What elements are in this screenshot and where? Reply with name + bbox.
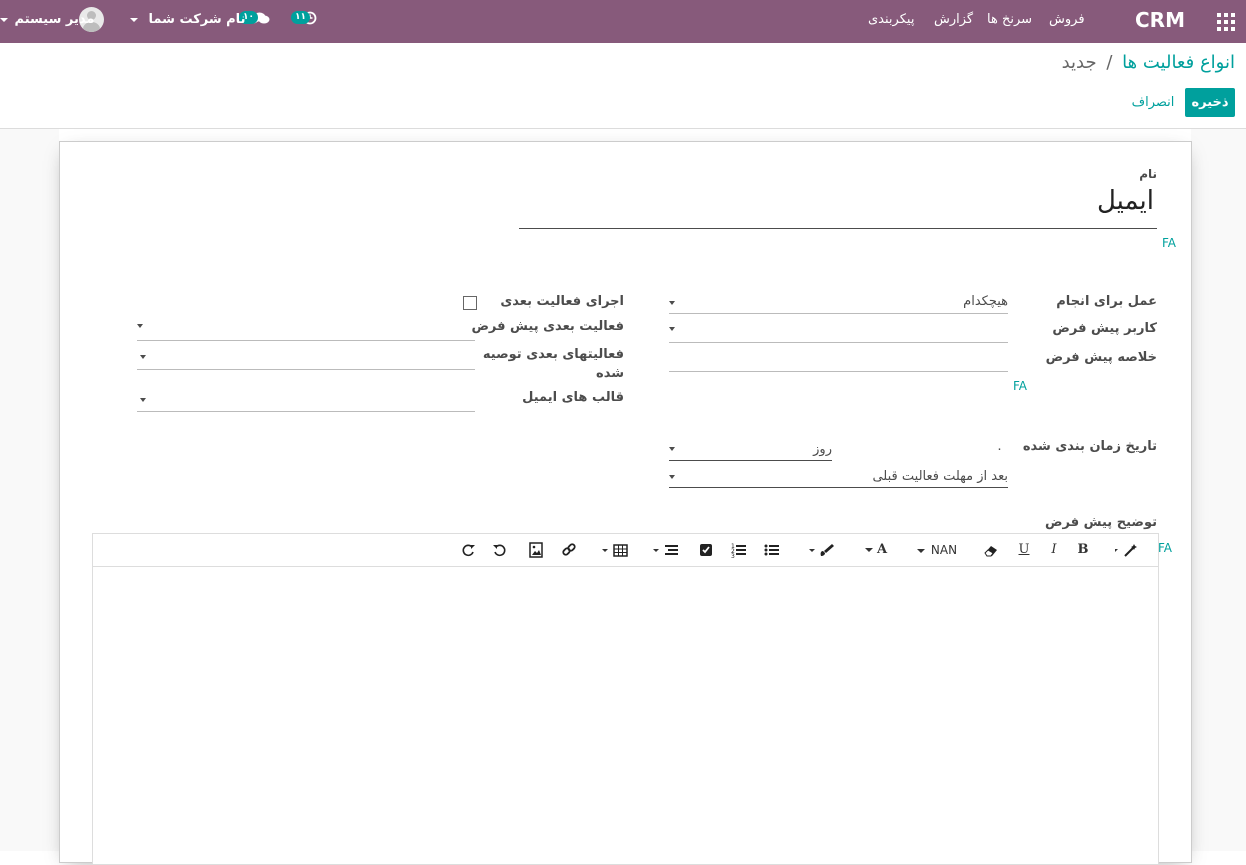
chevron-down-icon: [864, 547, 873, 552]
paragraph-align-icon[interactable]: [651, 542, 681, 558]
breadcrumb-parent[interactable]: انواع فعالیت ها: [1122, 52, 1235, 73]
name-label: نام: [1139, 167, 1157, 181]
chevron-down-icon: [130, 17, 138, 22]
email-templates-input[interactable]: [137, 411, 475, 412]
apps-menu-icon[interactable]: [1217, 12, 1235, 31]
action-dropdown-icon[interactable]: [669, 301, 675, 305]
summary-translate-button[interactable]: FA: [1013, 379, 1027, 393]
table-icon[interactable]: [600, 542, 630, 558]
name-underline: [519, 228, 1157, 229]
trigger-next-label: اجرای فعالیت بعدی: [500, 294, 624, 309]
redo-icon[interactable]: [460, 542, 476, 558]
breadcrumb-separator: /: [1106, 52, 1113, 73]
breadcrumb: انواع فعالیت ها / جدید: [1062, 52, 1235, 73]
default-next-label: فعالیت بعدی پیش فرض: [471, 319, 624, 334]
picture-icon[interactable]: [529, 542, 543, 558]
activities-badge: ۱۱: [291, 11, 310, 24]
editor-toolbar: B I U NAN A 123: [93, 534, 1158, 567]
recommended-next-label: فعالیتهای بعدی توصیه: [482, 347, 624, 362]
default-summary-input[interactable]: [669, 371, 1008, 372]
font-size-value: NAN: [930, 543, 958, 557]
company-switcher[interactable]: نام شرکت شما: [130, 0, 245, 43]
save-button[interactable]: ذخیره: [1185, 88, 1235, 117]
unordered-list-icon[interactable]: [764, 542, 780, 558]
menu-reporting[interactable]: گزارش: [934, 0, 973, 43]
underline-icon[interactable]: U: [1016, 542, 1032, 558]
font-color-icon[interactable]: A: [861, 542, 891, 558]
description-label: توضیح پیش فرض: [1045, 515, 1157, 530]
sheet-background-left: [0, 129, 59, 851]
menu-leads[interactable]: سرنخ ها: [987, 0, 1032, 43]
user-menu[interactable]: مدیر سیستم: [0, 0, 94, 43]
default-next-input[interactable]: [137, 340, 475, 341]
recommended-next-label-line2: شده: [596, 366, 624, 381]
schedule-unit-dropdown-icon[interactable]: [669, 447, 675, 451]
email-templates-dropdown-icon[interactable]: [140, 398, 146, 402]
name-translate-button[interactable]: FA: [1162, 236, 1176, 250]
chevron-down-icon: [916, 548, 925, 553]
html-editor: B I U NAN A 123: [92, 533, 1159, 865]
magic-wand-icon[interactable]: [1113, 542, 1143, 558]
default-user-input[interactable]: [669, 342, 1008, 343]
schedule-delay-input[interactable]: ۰: [996, 442, 1003, 457]
schedule-from-underline: [669, 487, 1008, 488]
default-next-dropdown-icon[interactable]: [137, 324, 143, 328]
recommended-next-input[interactable]: [137, 369, 475, 370]
bold-icon[interactable]: B: [1075, 542, 1091, 558]
italic-icon[interactable]: I: [1046, 542, 1062, 558]
action-underline: [669, 313, 1008, 314]
schedule-label: تاریخ زمان بندی شده: [1022, 439, 1157, 454]
paint-brush-icon[interactable]: [807, 542, 837, 558]
schedule-from-select[interactable]: بعد از مهلت فعالیت قبلی: [872, 469, 1008, 484]
recommended-next-dropdown-icon[interactable]: [140, 355, 146, 359]
email-templates-label: قالب های ایمیل: [522, 390, 624, 405]
top-navbar: CRM فروش سرنخ ها گزارش پیکربندی ۱۱ ۱۰ نا…: [0, 0, 1246, 43]
app-brand[interactable]: CRM: [1120, 0, 1200, 43]
name-input[interactable]: ایمیل: [1097, 186, 1154, 216]
font-size-select[interactable]: NAN: [915, 542, 959, 558]
control-panel-divider: [0, 128, 1246, 129]
svg-text:3: 3: [731, 553, 735, 558]
user-name: مدیر سیستم: [14, 12, 95, 27]
editor-content-area[interactable]: [93, 567, 1158, 864]
company-name: نام شرکت شما: [148, 12, 246, 27]
undo-icon[interactable]: [492, 542, 508, 558]
description-translate-button[interactable]: FA: [1158, 541, 1172, 555]
eraser-icon[interactable]: [983, 542, 999, 558]
schedule-unit-underline: [669, 460, 832, 461]
ordered-list-icon[interactable]: 123: [731, 542, 747, 558]
default-user-dropdown-icon[interactable]: [669, 327, 675, 331]
menu-configuration[interactable]: پیکربندی: [868, 0, 914, 43]
action-label: عمل برای انجام: [1056, 294, 1157, 309]
checklist-icon[interactable]: [699, 542, 713, 558]
sheet-background-right: [1191, 129, 1246, 851]
action-select[interactable]: هیچکدام: [963, 294, 1008, 309]
link-icon[interactable]: [561, 542, 577, 558]
breadcrumb-current: جدید: [1061, 52, 1097, 73]
schedule-unit-select[interactable]: روز: [813, 442, 832, 457]
default-summary-label: خلاصه پیش فرض: [1045, 350, 1157, 365]
schedule-from-dropdown-icon[interactable]: [669, 475, 675, 479]
menu-sales[interactable]: فروش: [1049, 0, 1085, 43]
discard-button[interactable]: انصراف: [1128, 88, 1178, 117]
chevron-down-icon: [0, 17, 8, 22]
trigger-next-checkbox[interactable]: [463, 296, 477, 310]
default-user-label: کاربر پیش فرض: [1052, 321, 1157, 336]
